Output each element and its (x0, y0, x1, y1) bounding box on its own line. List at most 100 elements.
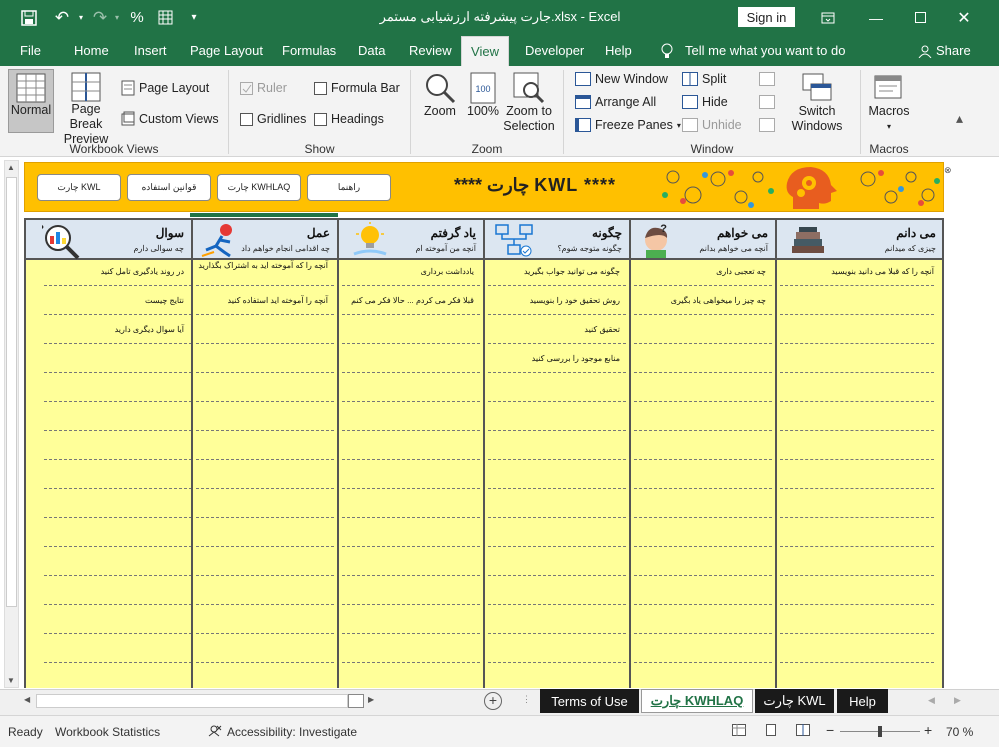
zoom-button[interactable]: Zoom (420, 72, 460, 119)
vertical-scroll-thumb[interactable] (6, 177, 17, 607)
gridlines-checkbox[interactable]: Gridlines (240, 112, 306, 126)
row-separator (44, 633, 192, 634)
hide-button[interactable]: Hide (682, 95, 728, 109)
cell-how-4[interactable]: منابع موجود را بررسی کنید (490, 353, 620, 365)
scroll-down-icon[interactable]: ▼ (7, 676, 15, 685)
cell-learned-2[interactable]: قبلا فکر می کردم ... حالا فکر می کنم (344, 295, 474, 307)
cell-know-1[interactable]: آنچه را که قبلا می دانید بنویسید (782, 266, 934, 278)
cell-want-2[interactable]: چه چیز را میخواهی یاد بگیری (636, 295, 766, 307)
ruler-label: Ruler (257, 81, 287, 95)
split-button[interactable]: Split (682, 72, 726, 86)
hide-label: Hide (702, 95, 728, 109)
custom-views-button[interactable]: Custom Views (121, 111, 219, 127)
nav-terms-button[interactable]: قوانین استفاده (127, 174, 211, 201)
zoom-to-selection-button[interactable]: Zoom to Selection (502, 72, 556, 134)
table-icon[interactable] (154, 0, 176, 35)
minimize-icon[interactable]: — (864, 0, 888, 35)
nav-kwl-chart-button[interactable]: چارت KWL (37, 174, 121, 201)
page-layout-view-button[interactable]: Page Layout (121, 80, 209, 96)
tab-scroll-left-icon[interactable]: ◀ (928, 695, 935, 706)
selected-cell[interactable] (190, 213, 338, 217)
sheet-tab-help[interactable]: Help (837, 689, 888, 713)
zoom-100-button[interactable]: 100 100% (464, 72, 502, 119)
cell-want-1[interactable]: چه تعجبی داری (636, 266, 766, 278)
workbook-views-group-label: Workbook Views (69, 142, 159, 156)
zoom-out-icon[interactable]: − (826, 722, 834, 738)
sheet-close-mark-icon: ⊗ (944, 165, 952, 175)
brain-gears-illustration (662, 167, 940, 209)
row-separator (488, 604, 626, 605)
workbook-statistics-button[interactable]: Workbook Statistics (55, 725, 160, 739)
horizontal-scrollbar[interactable] (36, 694, 348, 708)
save-icon[interactable] (14, 0, 44, 35)
accessibility-status[interactable]: Accessibility: Investigate (227, 725, 357, 739)
redo-icon[interactable]: ↷ (88, 0, 112, 35)
tab-file[interactable]: File (14, 35, 47, 66)
tab-developer[interactable]: Developer (519, 35, 590, 66)
tab-review[interactable]: Review (403, 35, 458, 66)
hscroll-left-icon[interactable]: ◀ (24, 695, 30, 704)
sheet-tab-kwl[interactable]: چارت KWL (755, 689, 834, 713)
percent-style-icon[interactable]: % (126, 0, 148, 35)
row-separator (44, 517, 192, 518)
maximize-icon[interactable] (908, 0, 932, 35)
nav-guide-button[interactable]: راهنما (307, 174, 391, 201)
cell-action-2[interactable]: آنچه را آموخته اید استفاده کنید (198, 295, 328, 307)
sheet-tab-terms[interactable]: Terms of Use (540, 689, 639, 713)
row-separator (488, 314, 626, 315)
tab-home[interactable]: Home (68, 35, 115, 66)
undo-dropdown-icon[interactable]: ▾ (76, 0, 86, 35)
arrange-all-button[interactable]: Arrange All (575, 95, 656, 109)
cell-how-3[interactable]: تحقیق کنید (490, 324, 620, 336)
tell-me-icon[interactable] (655, 35, 679, 66)
row-separator (196, 633, 334, 634)
window-title: جارت پیشرفته ارزشیابی مستمر.xlsx - Excel (379, 9, 621, 24)
new-sheet-button[interactable]: + (484, 692, 502, 710)
cell-action-1[interactable]: آنچه را که آموخته اید به اشتراک بگذارید (198, 260, 328, 272)
undo-icon[interactable]: ↶ (48, 0, 76, 35)
cell-question-2[interactable]: نتایج چیست (44, 295, 184, 307)
macros-button[interactable]: Macros ▾ (866, 72, 912, 134)
cell-question-3[interactable]: آیا سوال دیگری دارید (44, 324, 184, 336)
close-icon[interactable]: ✕ (952, 0, 976, 35)
tab-data[interactable]: Data (352, 35, 391, 66)
cell-learned-1[interactable]: یادداشت برداری (344, 266, 474, 278)
sign-in-button[interactable]: Sign in (738, 7, 795, 27)
formula-bar-checkbox[interactable]: Formula Bar (314, 81, 400, 95)
cell-how-2[interactable]: روش تحقیق خود را بنویسید (490, 295, 620, 307)
tab-page-layout[interactable]: Page Layout (184, 35, 269, 66)
page-break-preview-button[interactable]: Page Break Preview (56, 72, 116, 147)
cell-how-1[interactable]: چگونه می توانید جواب بگیرید (490, 266, 620, 278)
cell-question-1[interactable]: در روند یادگیری تامل کنید (44, 266, 184, 278)
normal-view-button[interactable]: Normal (8, 69, 54, 133)
zoom-in-icon[interactable]: + (924, 722, 932, 738)
column-divider (942, 218, 944, 688)
tab-formulas[interactable]: Formulas (276, 35, 342, 66)
freeze-panes-button[interactable]: Freeze Panes ▾ (575, 118, 681, 132)
new-window-button[interactable]: New Window (575, 72, 668, 86)
scroll-up-icon[interactable]: ▲ (7, 163, 15, 172)
tab-view[interactable]: View (461, 36, 509, 66)
nav-kwhlaq-button[interactable]: چارت KWHLAQ (217, 174, 301, 201)
vertical-scrollbar[interactable]: ▲ ▼ (4, 160, 19, 688)
share-button[interactable]: Share (912, 35, 977, 66)
view-page-break-icon[interactable] (796, 724, 810, 739)
customize-qat-icon[interactable]: ▾ (184, 0, 204, 35)
row-separator (342, 343, 480, 344)
tab-scroll-right-icon[interactable]: ▶ (954, 695, 961, 706)
horizontal-scroll-thumb[interactable] (348, 694, 364, 708)
ribbon-display-icon[interactable] (816, 0, 840, 35)
hscroll-right-icon[interactable]: ▶ (368, 695, 374, 704)
zoom-selection-icon (513, 72, 545, 104)
switch-windows-button[interactable]: Switch Windows (786, 72, 848, 134)
zoom-slider-thumb[interactable] (878, 726, 882, 737)
tell-me-search[interactable]: Tell me what you want to do (679, 35, 851, 66)
view-normal-icon[interactable] (732, 724, 746, 739)
ribbon-collapse-icon[interactable]: ▴ (956, 110, 963, 127)
sheet-tab-kwhlaq[interactable]: چارت KWHLAQ (641, 689, 753, 713)
tab-help[interactable]: Help (599, 35, 638, 66)
zoom-level[interactable]: 70 % (946, 725, 973, 739)
view-page-layout-icon[interactable] (764, 724, 778, 739)
tab-insert[interactable]: Insert (128, 35, 173, 66)
headings-checkbox[interactable]: Headings (314, 112, 384, 126)
